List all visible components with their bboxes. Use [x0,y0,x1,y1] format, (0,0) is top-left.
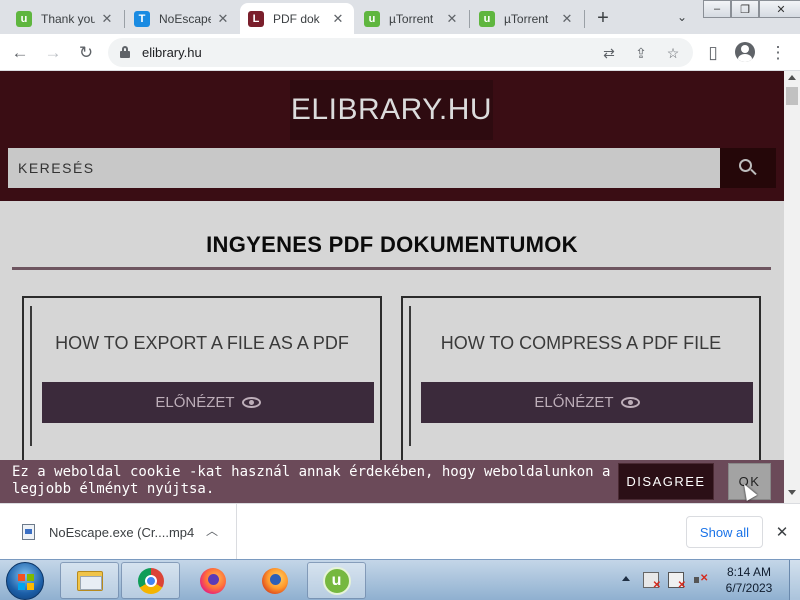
heading-divider [12,267,771,270]
firefox-icon [199,567,226,594]
preview-button[interactable]: ELŐNÉZET [421,382,753,423]
cookie-message: Ez a weboldal cookie -kat használ annak … [12,464,611,497]
tray-expand-icon[interactable] [622,576,630,581]
disagree-button[interactable]: DISAGREE [618,463,714,500]
utorrent-icon: u [364,10,380,27]
lock-icon[interactable] [120,46,130,58]
close-icon[interactable]: ✕ [330,11,346,27]
card-accent-line [409,306,411,446]
tab-thank-you[interactable]: u Thank you ✕ [8,3,123,34]
tab-utorrent-1[interactable]: u µTorrent ✕ [356,3,468,34]
clock-time: 8:14 AM [726,565,772,579]
taskbar-explorer[interactable] [60,562,119,599]
t-icon: T [134,10,150,27]
screen: u Thank you ✕ T NoEscape ✕ L PDF dok ✕ u… [0,0,800,600]
scroll-up-icon[interactable] [788,75,796,80]
tab-label: µTorrent [389,11,434,26]
tab-label: NoEscape [159,11,211,26]
tab-strip: u Thank you ✕ T NoEscape ✕ L PDF dok ✕ u… [0,0,800,34]
volume-muted-icon[interactable] [693,572,709,588]
card-title[interactable]: HOW TO EXPORT A FILE AS A PDF [24,333,380,354]
search-button[interactable] [720,148,776,188]
close-icon[interactable]: ✕ [444,11,460,27]
share-icon[interactable]: ⇪ [630,42,652,64]
reload-icon[interactable]: ↻ [74,41,98,65]
windows-taskbar: u 8:14 AM 6/7/2023 [0,559,800,600]
side-panel-icon[interactable]: ▯ [701,41,725,65]
close-icon[interactable]: ✕ [772,522,792,542]
card-accent-line [30,306,32,446]
preview-label: ELŐNÉZET [155,394,235,411]
start-button[interactable] [6,562,44,600]
window-close-button[interactable]: ✕ [759,0,800,18]
tab-divider [124,10,125,28]
taskbar-chrome[interactable] [121,562,180,599]
profile-avatar[interactable] [735,42,755,62]
system-clock[interactable]: 8:14 AM 6/7/2023 [720,564,778,596]
site-header: ELIBRARY.HU KERESÉS [0,71,784,201]
chevron-up-icon[interactable]: ︿ [204,522,220,538]
close-icon[interactable]: ✕ [215,11,231,27]
utorrent-icon: u [479,10,495,27]
window-controls: – ❐ ✕ [703,0,800,18]
search-icon [739,159,757,177]
back-arrow-icon[interactable]: ← [8,41,32,65]
scrollbar-thumb[interactable] [786,87,798,105]
url-text[interactable]: elibrary.hu [142,45,202,60]
close-icon[interactable]: ✕ [99,11,115,27]
bookmark-star-icon[interactable]: ☆ [662,42,684,64]
download-shelf: NoEscape.exe (Cr....mp4 ︿ Show all ✕ [0,503,800,560]
translate-icon[interactable]: ⇄ [598,42,620,64]
tab-label: PDF dok [273,11,320,26]
clock-date: 6/7/2023 [725,581,773,595]
download-filename[interactable]: NoEscape.exe (Cr....mp4 [49,525,194,540]
menu-kebab-icon[interactable]: ⋮ [766,41,790,65]
new-tab-button[interactable]: + [591,6,615,30]
card-title[interactable]: HOW TO COMPRESS A PDF FILE [403,333,759,354]
chrome-icon [137,567,164,594]
browser-toolbar: ← → ↻ elibrary.hu ⇄ ⇪ ☆ ▯ ⋮ [0,34,800,71]
folder-icon [76,570,103,591]
show-desktop-button[interactable] [789,560,800,600]
page-title: INGYENES PDF DOKUMENTUMOK [206,232,578,257]
download-item[interactable]: NoEscape.exe (Cr....mp4 ︿ [0,504,237,560]
preview-label: ELŐNÉZET [534,394,614,411]
action-center-flag-icon[interactable] [643,572,661,591]
tab-divider [584,10,585,28]
close-icon[interactable]: ✕ [559,11,575,27]
l-icon: L [248,10,264,27]
forward-arrow-icon[interactable]: → [41,41,65,65]
tab-divider [469,10,470,28]
document-card: HOW TO EXPORT A FILE AS A PDF ELŐNÉZET [22,296,382,466]
tab-utorrent-2[interactable]: u µTorrent ✕ [471,3,583,34]
tab-label: µTorrent [504,11,549,26]
document-card: HOW TO COMPRESS A PDF FILE ELŐNÉZET [401,296,761,466]
tab-noescape[interactable]: T NoEscape ✕ [126,3,239,34]
utorrent-icon: u [16,10,32,27]
site-logo[interactable]: ELIBRARY.HU [290,80,493,140]
restore-button[interactable]: ❐ [731,0,759,18]
utorrent-icon: u [322,566,351,595]
taskbar-firefox[interactable] [183,562,242,599]
address-bar[interactable]: elibrary.hu ⇄ ⇪ ☆ [108,38,693,67]
search-input[interactable]: KERESÉS [8,148,720,188]
scroll-down-icon[interactable] [788,490,796,495]
eye-icon [241,397,261,408]
tab-label: Thank you [41,11,95,26]
eye-icon [620,397,640,408]
minimize-button[interactable]: – [703,0,731,18]
page-viewport: ELIBRARY.HU KERESÉS INGYENES PDF DOKUMEN… [0,71,784,503]
preview-button[interactable]: ELŐNÉZET [42,382,374,423]
chevron-down-icon[interactable]: ⌄ [672,7,692,27]
show-all-button[interactable]: Show all [686,516,763,548]
page-scrollbar[interactable] [784,71,800,503]
network-icon[interactable] [668,572,686,591]
firefox-icon [261,567,288,594]
video-file-icon [22,524,35,540]
cookie-banner: Ez a weboldal cookie -kat használ annak … [0,460,784,503]
taskbar-utorrent[interactable]: u [307,562,366,599]
tab-pdf-dok[interactable]: L PDF dok ✕ [240,3,354,34]
search-placeholder: KERESÉS [18,160,95,176]
taskbar-firefox-2[interactable] [245,562,304,599]
